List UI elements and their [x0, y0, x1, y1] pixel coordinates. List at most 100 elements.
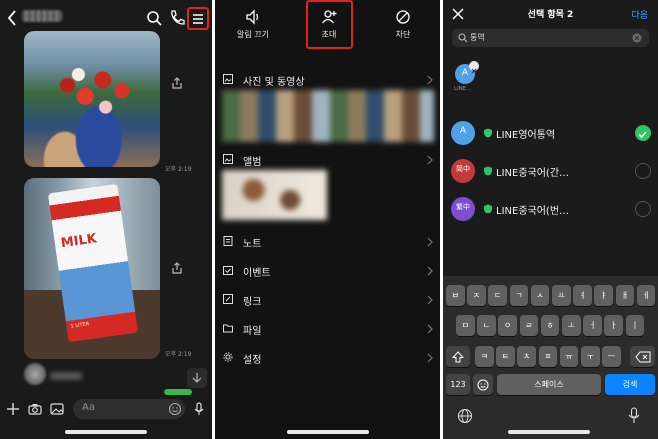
keyboard-key[interactable]: ㄷ: [488, 285, 507, 306]
keyboard-key[interactable]: ㅎ: [540, 315, 560, 336]
globe-icon[interactable]: [457, 408, 473, 424]
keyboard-key[interactable]: ㅡ: [602, 346, 621, 367]
add-person-icon: [321, 10, 337, 24]
avatar[interactable]: [24, 363, 46, 385]
plus-icon[interactable]: [6, 402, 20, 416]
block-icon: [396, 10, 410, 24]
folder-icon: [223, 324, 233, 333]
phone-icon[interactable]: [168, 9, 186, 27]
space-key[interactable]: 스페이스: [497, 374, 601, 395]
keyboard-key[interactable]: ㅋ: [475, 346, 494, 367]
menu-item-label: 앨범: [243, 157, 262, 168]
friend-row[interactable]: 繁中 LINE중국어(번…: [451, 196, 651, 222]
microphone-icon[interactable]: [627, 407, 641, 424]
select-checkbox[interactable]: [635, 201, 651, 217]
menu-item-settings[interactable]: 설정: [223, 349, 435, 367]
keyboard-key[interactable]: ㅜ: [581, 346, 600, 367]
message-time: 오후 2:19: [165, 166, 192, 173]
flower-bouquet-photo[interactable]: [24, 31, 160, 167]
keyboard-key[interactable]: ㅈ: [467, 285, 486, 306]
microphone-icon[interactable]: [192, 402, 206, 416]
official-badge-icon: [484, 204, 492, 214]
speaker-icon: [246, 9, 259, 25]
gallery-icon[interactable]: [50, 402, 64, 416]
chevron-right-icon: [427, 266, 433, 276]
keyboard-key[interactable]: ㅠ: [559, 346, 579, 367]
select-checkbox[interactable]: [635, 125, 651, 141]
emoji-icon[interactable]: [168, 402, 182, 416]
menu-item-notes[interactable]: 노트: [223, 233, 435, 251]
blurred-media-thumbnails[interactable]: [222, 90, 434, 142]
invite-button[interactable]: 초대: [299, 8, 359, 48]
avatar-text: 简中: [456, 165, 470, 173]
milk-carton: MILK 1 LITER: [47, 183, 139, 343]
search-key[interactable]: 검색: [605, 374, 655, 395]
menu-item-album[interactable]: 앨범: [223, 151, 435, 169]
chevron-down-icon: [192, 373, 202, 383]
menu-item-files[interactable]: 파일: [223, 320, 435, 338]
avatar-text: A: [459, 126, 467, 136]
keyboard-key[interactable]: ㅕ: [573, 285, 592, 306]
camera-icon[interactable]: [28, 402, 42, 416]
milk-carton-photo[interactable]: MILK 1 LITER: [24, 178, 160, 359]
mute-notifications-button[interactable]: 알림 끄기: [223, 8, 283, 48]
menu-item-label: 설정: [243, 355, 262, 366]
scroll-down-button[interactable]: [187, 368, 207, 388]
keyboard-key[interactable]: ㄴ: [477, 315, 496, 336]
keyboard-key[interactable]: ㅔ: [636, 285, 656, 306]
search-input[interactable]: 통역: [452, 29, 649, 47]
keyboard-key[interactable]: ㅅ: [530, 285, 550, 306]
menu-item-label: 이벤트: [243, 268, 271, 279]
menu-item-events[interactable]: 이벤트: [223, 262, 435, 280]
keyboard-key[interactable]: ㅐ: [615, 285, 635, 306]
home-indicator: [287, 430, 369, 434]
keyboard-key[interactable]: ㅁ: [456, 315, 475, 336]
backspace-key[interactable]: [630, 346, 655, 367]
keyboard-key[interactable]: ㅇ: [498, 315, 517, 336]
block-button[interactable]: 차단: [373, 8, 433, 48]
keyboard-key[interactable]: ㅗ: [562, 315, 581, 336]
menu-item-links[interactable]: 링크: [223, 291, 435, 309]
emoji-key[interactable]: [473, 374, 493, 395]
blurred-album-thumbnail[interactable]: [222, 170, 327, 220]
avatar: A: [451, 121, 475, 145]
keyboard-key[interactable]: ㅛ: [552, 285, 571, 306]
album-icon: [223, 154, 233, 164]
keyboard-key[interactable]: ㅍ: [538, 346, 558, 367]
keyboard-key[interactable]: ㅣ: [625, 315, 645, 336]
avatar-text: 繁中: [456, 203, 470, 211]
menu-top-actions: 알림 끄기 초대 차단: [215, 0, 440, 58]
search-icon[interactable]: [145, 9, 163, 27]
chat-panel: 오후 2:19 MILK 1 LITER 오후 2:19 Aa: [0, 0, 212, 439]
back-arrow-icon[interactable]: [7, 10, 17, 26]
hamburger-menu-icon[interactable]: [189, 10, 207, 28]
chat-input-bar: Aa: [0, 395, 212, 439]
share-icon[interactable]: [170, 261, 184, 275]
select-checkbox[interactable]: [635, 163, 651, 179]
clear-search-icon[interactable]: [632, 33, 642, 43]
menu-item-photos-videos[interactable]: 사진 및 동영상: [223, 71, 435, 89]
milk-volume-text: 1 LITER: [70, 321, 90, 330]
chevron-right-icon: [427, 295, 433, 305]
keyboard-key[interactable]: ㄹ: [519, 315, 539, 336]
message-time: 오후 2:19: [165, 351, 192, 358]
shift-key[interactable]: [446, 346, 470, 367]
keyboard-key[interactable]: ㅑ: [594, 285, 613, 306]
friend-row[interactable]: 简中 LINE중국어(간…: [451, 158, 651, 184]
message-input[interactable]: Aa: [73, 399, 185, 419]
keyboard-key[interactable]: ㅂ: [446, 285, 465, 306]
keyboard-key[interactable]: ㅊ: [517, 346, 536, 367]
remove-chip-button[interactable]: [469, 61, 479, 74]
keyboard-key[interactable]: ㅓ: [583, 315, 602, 336]
keyboard-key[interactable]: ㅏ: [604, 315, 623, 336]
number-mode-key[interactable]: 123: [446, 374, 470, 395]
chat-room-name-blurred: [22, 10, 62, 22]
keyboard-key[interactable]: ㅌ: [496, 346, 515, 367]
keyboard-key[interactable]: ㄱ: [509, 285, 529, 306]
friend-name: LINE중국어(번…: [496, 206, 570, 217]
share-icon[interactable]: [170, 76, 184, 90]
home-indicator: [65, 430, 147, 434]
next-button[interactable]: 다음: [631, 8, 648, 21]
invite-label: 초대: [321, 30, 337, 39]
friend-row[interactable]: A LINE영어통역: [451, 120, 651, 146]
